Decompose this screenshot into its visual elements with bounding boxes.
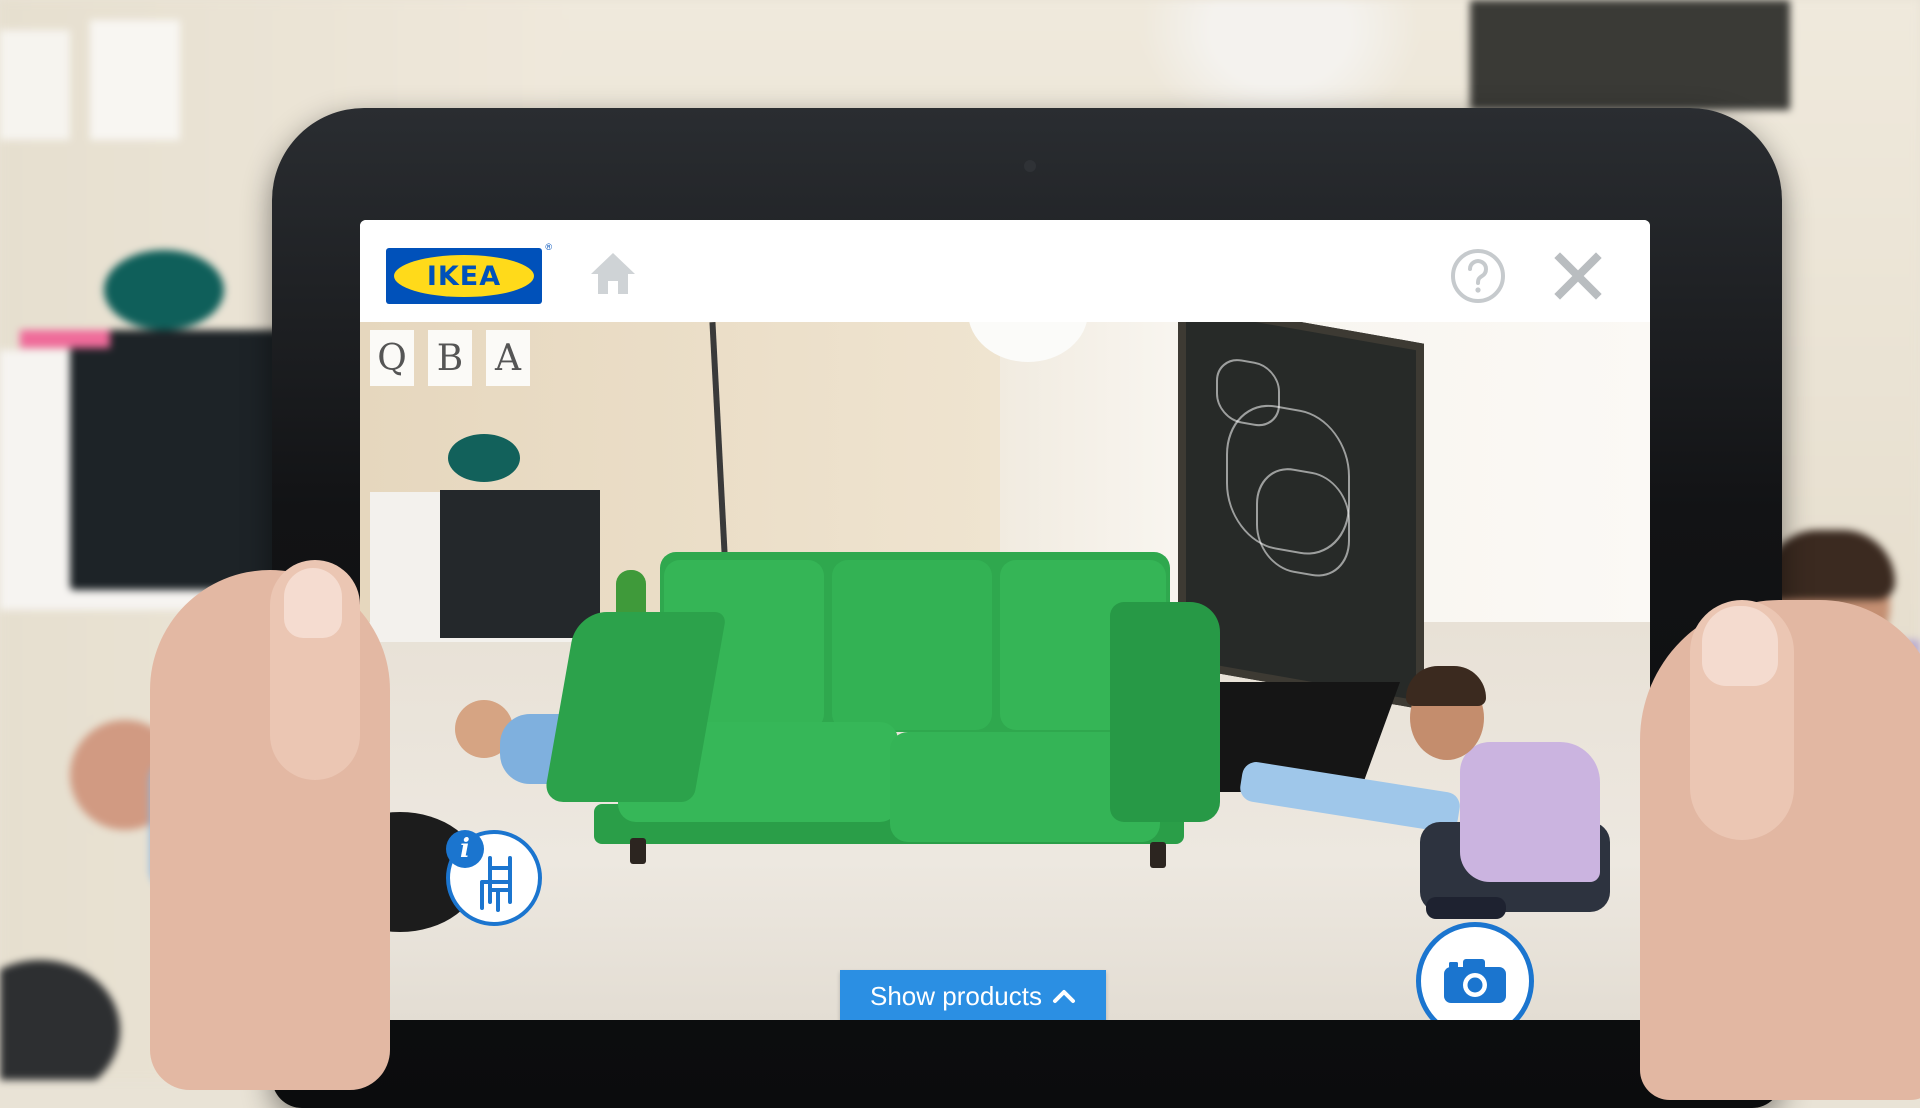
- close-button[interactable]: [1552, 250, 1604, 302]
- logo-text: IKEA: [426, 260, 502, 292]
- show-products-label: Show products: [870, 980, 1042, 1011]
- app-header: IKEA ®: [360, 220, 1650, 322]
- home-button[interactable]: [588, 250, 638, 296]
- product-info-button[interactable]: i: [446, 830, 542, 926]
- background-poster: [90, 20, 180, 140]
- wall-letter: Q: [370, 330, 414, 386]
- sofa-armrest-right: [1110, 602, 1220, 822]
- teal-vase: [448, 434, 520, 482]
- ar-camera-view[interactable]: Q B A i Show products: [360, 322, 1650, 1020]
- camera-icon: [1444, 959, 1506, 1003]
- left-thumbnail: [284, 568, 342, 638]
- logo-registered-mark: ®: [545, 242, 552, 252]
- man-crouching-shoe: [1426, 897, 1506, 919]
- man-crouching-shirt: [1460, 742, 1600, 882]
- tablet-screen: IKEA ® Q B A i Show products: [360, 220, 1650, 1020]
- chair-icon: [480, 856, 512, 912]
- chalk-scribble: [1216, 355, 1280, 431]
- wall-letter: B: [428, 330, 472, 386]
- wall-letter-posters: Q B A: [370, 330, 530, 386]
- ikea-logo: IKEA ®: [386, 242, 552, 304]
- wall-letter: A: [486, 330, 530, 386]
- background-poster: [0, 30, 70, 140]
- close-icon: [1554, 252, 1602, 300]
- background-pink-item: [20, 330, 110, 348]
- sofa-leg: [630, 838, 646, 864]
- home-icon: [591, 253, 635, 294]
- background-person-hair: [1765, 530, 1895, 600]
- sofa-back-cushion: [832, 560, 992, 730]
- right-thumbnail: [1702, 606, 1778, 686]
- logo-oval: IKEA: [394, 255, 534, 297]
- show-products-button[interactable]: Show products: [840, 970, 1106, 1020]
- sofa-leg: [1150, 842, 1166, 868]
- background-vase: [104, 250, 224, 330]
- background-frame: [1470, 0, 1790, 110]
- chevron-up-icon: [1052, 990, 1075, 1003]
- help-button[interactable]: [1450, 248, 1506, 304]
- help-icon: [1451, 249, 1505, 303]
- ar-sofa-model[interactable]: [543, 542, 1230, 872]
